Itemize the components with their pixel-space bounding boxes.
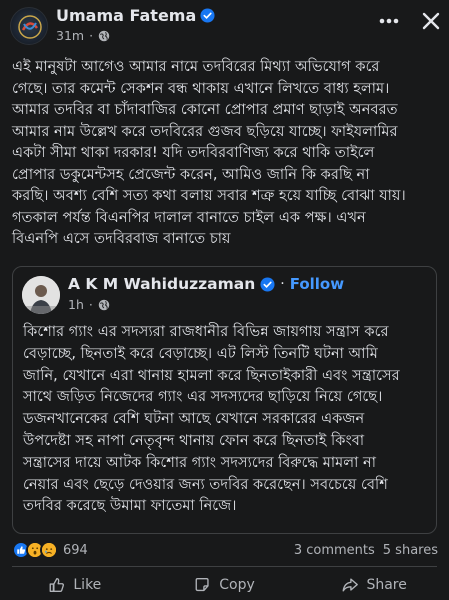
- follow-button[interactable]: Follow: [290, 275, 344, 293]
- post-header: Umama Fatema 31m ·: [0, 0, 449, 52]
- shares-count[interactable]: 5 shares: [383, 543, 438, 558]
- share-button[interactable]: Share: [299, 570, 449, 600]
- engagement-stats: 3 comments 5 shares: [294, 543, 438, 558]
- action-divider: [12, 566, 437, 567]
- shared-post-card[interactable]: A K M Wahiduzzaman · Follow 1h · কিশোর গ…: [12, 266, 437, 534]
- copy-label: Copy: [219, 577, 255, 593]
- post-time[interactable]: 31m: [56, 28, 84, 43]
- like-button[interactable]: Like: [0, 570, 150, 600]
- author-avatar[interactable]: [10, 7, 48, 45]
- shared-verified-badge-icon: [260, 276, 275, 292]
- close-icon[interactable]: [416, 6, 446, 36]
- shared-author-avatar[interactable]: [22, 276, 60, 314]
- meta-dot: ·: [89, 28, 94, 43]
- like-icon: [49, 578, 65, 592]
- shared-meta-dot: ·: [88, 297, 93, 312]
- author-name[interactable]: Umama Fatema: [56, 6, 196, 25]
- sad-reaction-icon: [40, 541, 58, 559]
- share-icon: [343, 578, 359, 592]
- share-label: Share: [366, 577, 407, 593]
- shared-post-text: কিশোর গ্যাং এর সদস্যরা রাজধানীর বিভিন্ন …: [23, 323, 400, 515]
- post-text: এই মানুষটা আগেও আমার নামে তদবিরের মিথ্যা…: [12, 58, 406, 247]
- reactions-summary[interactable]: 694: [12, 541, 88, 559]
- copy-icon: [195, 578, 209, 592]
- avatar-image: [18, 15, 42, 39]
- copy-button[interactable]: Copy: [150, 570, 300, 600]
- shared-globe-icon: [98, 299, 110, 310]
- shared-post-time[interactable]: 1h: [68, 297, 84, 312]
- like-label: Like: [73, 577, 102, 593]
- comments-count[interactable]: 3 comments: [294, 543, 375, 558]
- shared-avatar-image: [22, 276, 60, 314]
- action-bar: Like Copy Share: [0, 570, 449, 600]
- more-options-icon[interactable]: [374, 8, 404, 34]
- verified-badge-icon: [200, 8, 215, 23]
- reaction-count: 694: [63, 542, 88, 558]
- follow-dot: ·: [280, 276, 285, 292]
- globe-icon: [98, 30, 110, 41]
- shared-author-name[interactable]: A K M Wahiduzzaman: [68, 275, 255, 293]
